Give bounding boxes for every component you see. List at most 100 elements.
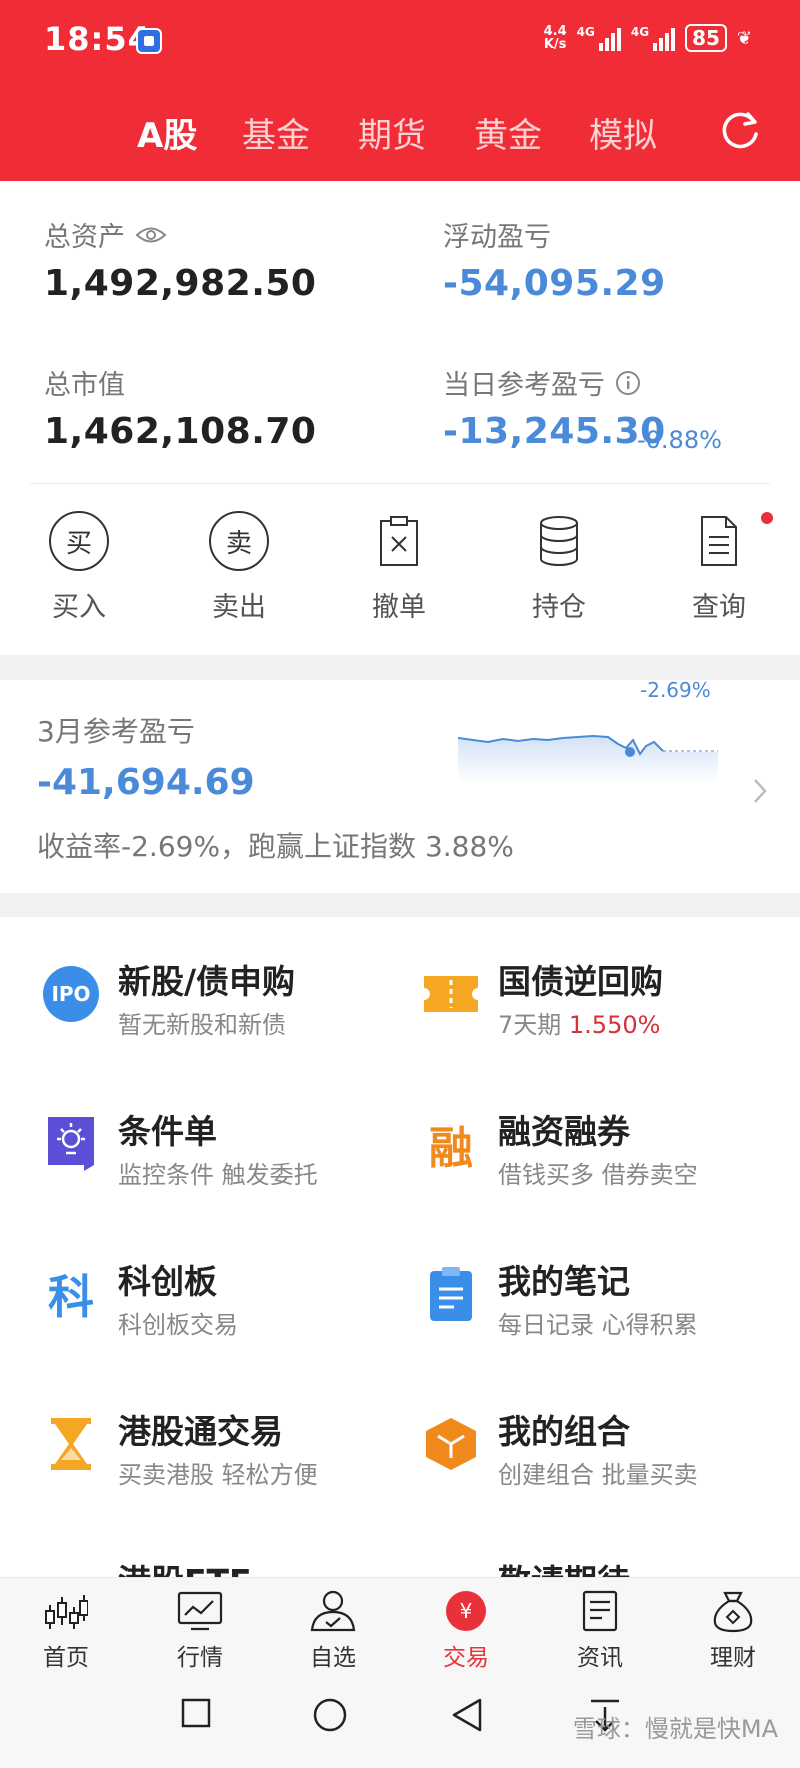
clipboard-icon [422,1265,480,1323]
subtitle-prefix: 7天期 [498,1011,569,1039]
net-speed-unit: K/s [543,37,567,52]
nav-trade[interactable]: ¥ 交易 [416,1590,516,1672]
service-title: 港股通交易 [118,1412,283,1451]
service-subtitle: 借钱买多 借券卖空 [498,1161,698,1189]
service-margin-trading[interactable]: 融 融资融券 借钱买多 借券卖空 [422,1105,800,1195]
floating-pnl-label: 浮动盈亏 [443,222,551,253]
sell-button[interactable]: 卖 卖出 [179,511,299,624]
daily-pnl-pct: -0.88% [637,426,722,454]
money-bag-icon [683,1590,783,1633]
info-icon[interactable] [615,370,641,396]
notification-dot [761,512,773,524]
watermark: 雪球：慢就是快MA [572,1715,778,1743]
eye-icon[interactable] [135,224,167,246]
service-ipo[interactable]: IPO 新股/债申购 暂无新股和新债 [42,955,422,1045]
service-subtitle: 每日记录 心得积累 [498,1311,698,1339]
service-subtitle: 监控条件 触发委托 [118,1161,318,1189]
market-value-label: 总市值 [44,370,125,401]
ticket-icon [422,965,480,1023]
monthly-desc: 收益率-2.69%，跑赢上证指数 3.88% [37,830,514,863]
service-subtitle: 创建组合 批量买卖 [498,1461,698,1489]
notification-app-icon [136,28,162,54]
service-my-portfolio[interactable]: 我的组合 创建组合 批量买卖 [422,1405,800,1495]
nav-market[interactable]: 行情 [150,1590,250,1672]
floating-pnl-value: -54,095.29 [443,263,666,304]
nav-news[interactable]: 资讯 [550,1590,650,1672]
daily-pnl-label-text: 当日参考盈亏 [443,370,605,401]
quick-actions: 买 买入 卖 卖出 撤单 持仓 查询 [0,511,800,641]
nav-label: 行情 [177,1645,223,1671]
hourglass-icon [42,1415,100,1473]
database-icon [529,511,589,571]
sell-icon: 卖 [209,511,269,571]
service-hk-connect[interactable]: 港股通交易 买卖港股 轻松方便 [42,1405,422,1495]
ipo-icon: IPO [42,965,100,1023]
signal-label-1: 4G [576,25,595,39]
refresh-icon[interactable] [718,108,762,152]
service-title: 我的组合 [498,1412,630,1451]
monthly-title: 3月参考盈亏 [37,715,195,748]
nav-label: 首页 [43,1645,89,1671]
tab-funds[interactable]: 基金 [242,108,310,157]
monthly-pnl-card[interactable]: 3月参考盈亏 -41,694.69 收益率-2.69%，跑赢上证指数 3.88%… [0,678,800,893]
status-time: 18:54 [44,20,151,58]
coming-soon-icon [422,1565,480,1577]
margin-icon: 融 [422,1115,480,1174]
recent-apps-icon[interactable] [180,1697,212,1729]
service-title: 港股ETF [118,1555,252,1577]
daily-pnl-label: 当日参考盈亏 [443,363,641,402]
app-header: 18:54 4.4 K/s 4G 4G 85 ❦ A股 基金 期货 黄金 模拟 [0,0,800,181]
cube-icon [422,1415,480,1473]
assets-card: 总资产 1,492,982.50 浮动盈亏 -54,095.29 总市值 1,4… [0,181,800,655]
back-icon[interactable] [450,1697,484,1733]
positions-label: 持仓 [532,592,586,623]
buy-icon: 买 [49,511,109,571]
service-hk-etf[interactable]: 港股ETF [42,1555,422,1577]
ipo-icon-text: IPO [43,966,99,1022]
cancel-order-button[interactable]: 撤单 [339,511,459,624]
leaf-icon: ❦ [736,27,752,49]
nav-home[interactable]: 首页 [16,1590,116,1672]
chevron-right-icon[interactable] [750,776,770,806]
buy-button[interactable]: 买 买入 [19,511,139,624]
tab-a-shares[interactable]: A股 [137,108,197,157]
service-my-notes[interactable]: 我的笔记 每日记录 心得积累 [422,1255,800,1345]
bulb-icon [42,1115,100,1173]
news-icon [550,1590,650,1632]
sparkline-label: -2.69% [640,678,711,702]
service-title: 我的笔记 [498,1262,630,1301]
service-reverse-repo[interactable]: 国债逆回购 7天期 1.550% [422,955,800,1045]
service-title: 融资融券 [498,1112,630,1151]
signal-label-2: 4G [630,25,650,39]
positions-button[interactable]: 持仓 [499,511,619,624]
signal-icon-1: 4G [577,25,621,51]
cancel-order-icon [369,511,429,571]
star-board-icon-text: 科 [48,1270,94,1324]
query-button[interactable]: 查询 [659,511,779,624]
service-title: 科创板 [118,1262,217,1301]
top-tabs: A股 基金 期货 黄金 模拟 [0,108,800,158]
total-assets-value: 1,492,982.50 [44,263,317,304]
chart-monitor-icon [150,1590,250,1632]
query-label: 查询 [692,592,746,623]
net-speed: 4.4 K/s [544,25,567,51]
tab-gold[interactable]: 黄金 [474,108,542,157]
nav-label: 理财 [710,1645,756,1671]
tab-futures[interactable]: 期货 [358,108,426,157]
nav-wealth[interactable]: 理财 [683,1590,783,1672]
nav-label: 自选 [310,1645,356,1671]
service-conditional-order[interactable]: 条件单 监控条件 触发委托 [42,1105,422,1195]
service-title: 敬请期待 [498,1555,630,1577]
service-star-market[interactable]: 科 科创板 科创板交易 [42,1255,422,1345]
cancel-order-label: 撤单 [372,592,426,623]
service-coming-soon[interactable]: 敬请期待 [422,1555,800,1577]
yen-icon: ¥ [446,1591,486,1631]
nav-watchlist[interactable]: 自选 [283,1590,383,1672]
nav-label: 交易 [443,1645,489,1671]
battery-icon: 85 [685,24,727,52]
home-circle-icon[interactable] [312,1697,348,1733]
tab-simulation[interactable]: 模拟 [589,108,657,157]
star-board-icon: 科 [42,1265,100,1324]
sparkline [458,734,718,784]
service-title: 条件单 [118,1112,217,1151]
